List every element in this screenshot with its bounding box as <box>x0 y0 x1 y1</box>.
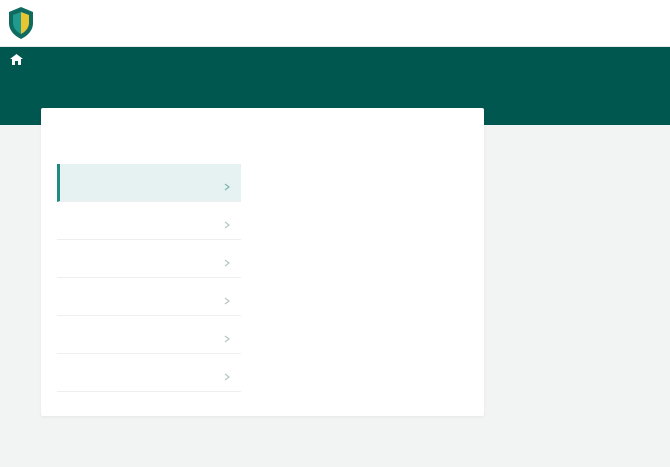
chevron-right-icon <box>223 216 231 229</box>
top-header <box>0 0 670 47</box>
nav-item-1[interactable] <box>36 51 58 63</box>
nav-item-4[interactable] <box>132 51 154 63</box>
faq-list <box>57 164 241 392</box>
nav-item-6[interactable] <box>196 51 238 63</box>
faq-item-label <box>70 172 215 194</box>
main-nav <box>0 47 670 69</box>
chevron-right-icon <box>223 292 231 305</box>
nav-item-3[interactable] <box>100 51 122 63</box>
faq-item-label <box>67 286 215 308</box>
chevron-right-icon <box>223 254 231 267</box>
card-title <box>57 124 197 140</box>
faq-item[interactable] <box>57 240 241 278</box>
faq-answer-panel <box>261 164 467 362</box>
chevron-right-icon <box>223 368 231 381</box>
answer-block <box>261 290 467 318</box>
sub-nav-item[interactable] <box>40 81 62 93</box>
answer-title <box>261 164 467 200</box>
answer-block <box>261 334 467 362</box>
answer-body <box>261 214 467 274</box>
nav-item-2[interactable] <box>68 51 90 63</box>
faq-item-label <box>67 362 215 384</box>
faq-item[interactable] <box>57 164 241 202</box>
answer-block-heading <box>261 334 467 344</box>
shield-logo-icon[interactable] <box>8 6 34 40</box>
faq-item[interactable] <box>57 278 241 316</box>
faq-item[interactable] <box>57 354 241 392</box>
nav-items <box>36 51 238 63</box>
faq-card <box>41 108 484 416</box>
answer-block-heading <box>261 290 467 300</box>
nav-item-5[interactable] <box>164 51 186 63</box>
chevron-right-icon <box>223 330 231 343</box>
faq-item[interactable] <box>57 316 241 354</box>
chevron-right-icon <box>223 178 231 191</box>
faq-item[interactable] <box>57 202 241 240</box>
home-icon[interactable] <box>10 52 23 65</box>
faq-item-label <box>67 248 215 270</box>
faq-item-label <box>67 324 215 346</box>
faq-item-label <box>67 210 215 232</box>
